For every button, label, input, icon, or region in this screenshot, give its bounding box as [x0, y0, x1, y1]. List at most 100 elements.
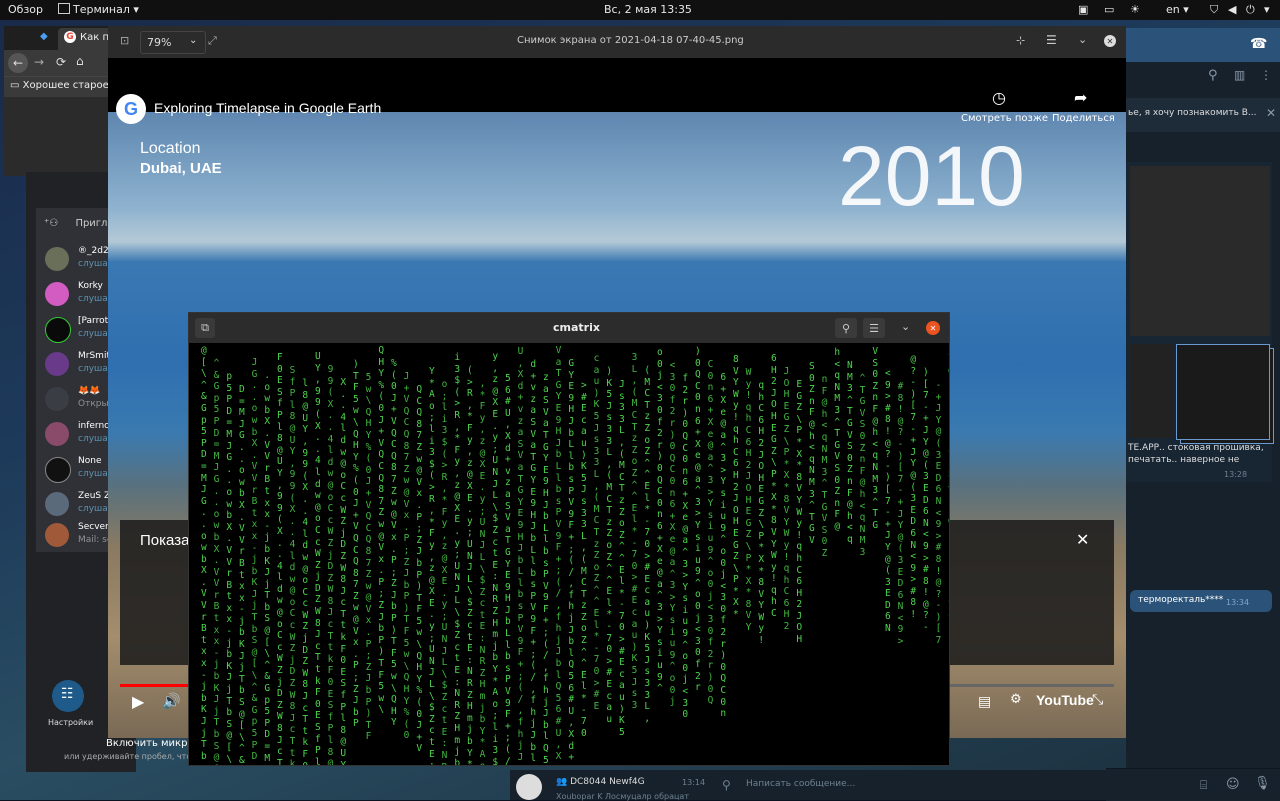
share-icon[interactable]: ➦ [1074, 88, 1087, 107]
message-bubble: ТЕ.АРР.. стоковая прошивка, печатать.. н… [1126, 162, 1274, 482]
location-label: Location [140, 140, 201, 157]
video-title[interactable]: Exploring Timelapse in Google Earth [154, 100, 381, 116]
search-icon[interactable]: ⚲ [1208, 68, 1218, 83]
matrix-column: Q C Q 8 7 Z w @ V x . P ; Z J b P ) T F … [416, 384, 423, 755]
matrix-column: ( M C T z Z o Z ^ ^ E l * - 7 0 > # E c … [644, 365, 651, 724]
menu-icon[interactable]: ☰ [1046, 33, 1057, 47]
matrix-column: ^ & G p 5 P D = M J G . . o w b X . V V … [213, 358, 220, 765]
hangup-icon[interactable]: ☎ [1250, 36, 1267, 52]
subtitles-icon[interactable]: ▤ [978, 694, 991, 710]
shield-icon[interactable]: ⛉ [1210, 3, 1218, 17]
close-icon[interactable]: ✕ [1104, 35, 1116, 47]
message-input[interactable]: Написать сообщение... [746, 779, 855, 789]
clock[interactable]: Вс, 2 мая 13:35 [604, 3, 692, 16]
menu-icon[interactable]: ☰ [863, 318, 885, 338]
matrix-column: - + J Y @ ( 3 E D 6 N < 9 > # 8 ! @ ? - … [935, 380, 942, 647]
matrix-column: , * F y , z @ X E . y ; U N J L \ $ Z c … [479, 378, 486, 765]
power-icon[interactable]: ⏻ [1246, 3, 1255, 17]
fullscreen-icon[interactable]: ⤢ [208, 34, 217, 48]
attach-icon[interactable]: ⚲ [722, 778, 731, 792]
matrix-column: J O H E G Z \ P * X * 8 V Y W y ! q h C … [783, 366, 790, 633]
matrix-column: 5 6 # U , X d + v z a S V a T G Y E 9 H … [505, 373, 511, 765]
keyboard-icon[interactable]: ▭ [1104, 3, 1114, 16]
avatar [45, 523, 69, 547]
close-icon[interactable]: ✕ [1266, 106, 1276, 120]
youtube-logo[interactable]: YouTube [1036, 692, 1094, 708]
screenshot-thumbnail[interactable] [1130, 166, 1274, 444]
matrix-column: d + v z a S V a T G Y E 9 H J b L l b s … [530, 359, 537, 765]
matrix-column: U Y , 9 9 ( X . . 4 l d w @ o C c W Z j … [315, 351, 321, 765]
avatar [45, 352, 69, 376]
terminal-header: ⧉ cmatrix ⚲ ☰ ⌄ ✕ [189, 313, 949, 343]
more-icon[interactable]: ⋮ [1260, 68, 1272, 82]
home-icon[interactable]: ⌂ [76, 54, 84, 68]
app-menu[interactable]: Терминал ▾ [58, 3, 139, 16]
mic-hint: или удерживайте пробел, что [64, 752, 192, 761]
matrix-column: Y @ ( 3 E D 6 N < 9 > # 8 ! @ ? - ) [ 7 … [948, 353, 949, 620]
watch-later-label: Смотреть позже [961, 113, 1049, 124]
tab-favicon-icon: ◆ [40, 31, 48, 42]
viewer-header: ⊡ 79% ⌄ ⤢ Снимок экрана от 2021-04-18 07… [108, 26, 1126, 58]
clock-icon[interactable]: ◷ [992, 88, 1006, 107]
crop-icon[interactable]: ⊹ [1016, 34, 1025, 47]
matrix-column: J s 3 3 L , ( M C T z Z o Z ^ ^ E l * - … [619, 379, 625, 738]
matrix-column: i 3 $ ( > R , * F y , z @ X E . y ; U N … [454, 352, 461, 765]
telegram-window: ☎ ⚲ ▥ ⋮ ье, я хочу познакомить В... ✕ ТЕ… [1106, 28, 1280, 801]
forward-icon[interactable]: → [34, 55, 44, 69]
settings-icon[interactable]: ☷ [52, 680, 84, 712]
search-icon[interactable]: ⚲ [835, 318, 857, 338]
matrix-column: < 3 0 f 2 r ) 0 Q C 0 n 6 + X e @ a ^ 3 … [669, 360, 676, 708]
matrix-column: C 0 n 6 + X e @ a ^ 3 > Y s i u 9 ^ o 0 … [707, 359, 714, 707]
matrix-column: ) [ 7 - + J Y @ ( 3 E D 6 N < 9 > # 8 ! … [923, 367, 929, 634]
emoji-icon[interactable]: ☺ [1226, 777, 1240, 792]
lightbulb-icon[interactable]: ☀ [1130, 3, 1140, 16]
zoom-select[interactable]: 79% ⌄ [140, 31, 206, 54]
chevron-down-icon[interactable]: ⌄ [901, 320, 910, 333]
volume-icon[interactable]: 🔊 [162, 692, 181, 710]
matrix-column: J G . . o w b X . V V r B t x x - j b K … [251, 357, 258, 765]
matrix-column: o ; l i 3 $ ( > R , * F y , z @ X E . y … [441, 379, 448, 765]
activities-button[interactable]: Обзор [8, 3, 43, 16]
screenshot-thumbnail[interactable] [1176, 344, 1270, 440]
tab-title: Как п [80, 32, 109, 43]
back-icon[interactable]: ← [8, 53, 28, 73]
matrix-column: @ ? - ) [ 7 - + J Y @ ( 3 E D 6 N < 9 > … [910, 354, 917, 621]
group-icon: 👥 [556, 777, 568, 787]
volume-icon[interactable]: ◀ [1228, 3, 1236, 16]
matrix-column: l 8 @ U Y , 9 9 ( X . . 4 l d w @ o C c … [302, 378, 309, 765]
matrix-column: h < q N M 3 ^ T G V S 0 Z n F @ [834, 347, 841, 532]
save-icon[interactable]: ▣ [1078, 3, 1088, 16]
fit-icon[interactable]: ⊡ [120, 34, 129, 47]
add-user-icon: ⁺⚇ [44, 218, 59, 229]
microphone-icon[interactable]: 🎙 [1254, 776, 1271, 791]
matrix-column: G Y E 9 H J b L l b s P V 9 F + ; ( / , … [568, 358, 575, 765]
matrix-column: X . . 4 l d w @ o C c W Z j D Z W 8 J c … [340, 377, 347, 765]
matrix-column: W y ! q h C 6 H 2 J O H E G Z \ P * X * … [745, 367, 752, 634]
settings-icon[interactable]: ⚙ [1010, 692, 1022, 707]
matrix-column: V a T G Y E 9 H J b L l b s P V 9 F + ; … [555, 345, 562, 762]
matrix-column: f 2 r ) 0 Q C 0 n 6 + X e @ a ^ 3 > Y s … [682, 373, 689, 721]
google-icon: G [116, 94, 146, 124]
terminal-window: ⧉ cmatrix ⚲ ☰ ⌄ ✕ @ [ \ ^ & G p 5 P D = … [188, 312, 950, 766]
close-icon[interactable]: ✕ [926, 321, 940, 335]
share-label: Поделиться [1052, 113, 1115, 124]
bookmark-folder[interactable]: ▭ Хорошее старое))) [10, 80, 120, 91]
reload-icon[interactable]: ⟳ [56, 55, 66, 69]
chat-name[interactable]: 👥 DC8044 Newf4G [556, 777, 645, 787]
matrix-column: 6 + X e @ a ^ 3 > Y s i u 9 ^ o 0 j < 3 … [720, 372, 727, 720]
new-tab-icon[interactable]: ⧉ [195, 318, 215, 338]
language-indicator[interactable]: en ▾ [1166, 3, 1189, 16]
chevron-down-icon[interactable]: ▾ [1264, 3, 1270, 16]
matrix-column: % ( 0 J + V Q C Q 8 7 Z w @ V x . P ; Z … [391, 358, 397, 729]
play-icon[interactable]: ▶ [132, 692, 144, 711]
close-icon[interactable]: ✕ [1076, 530, 1089, 549]
invite-row[interactable]: ⁺⚇ Пригла [44, 218, 114, 229]
sidebar-icon[interactable]: ▥ [1234, 68, 1245, 82]
pinned-message[interactable]: ье, я хочу познакомить В... ✕ [1126, 98, 1280, 132]
chevron-down-icon[interactable]: ⌄ [1078, 33, 1087, 46]
exit-fullscreen-icon[interactable]: ⤡ [1092, 692, 1103, 708]
matrix-column: c a u ) K 5 J s 3 3 L , ( M C T z Z o Z … [593, 353, 600, 712]
location-value: Dubai, UAE [140, 160, 222, 177]
screenshot-thumbnail[interactable] [1130, 344, 1174, 438]
commands-icon[interactable]: ⌸ [1200, 778, 1207, 793]
